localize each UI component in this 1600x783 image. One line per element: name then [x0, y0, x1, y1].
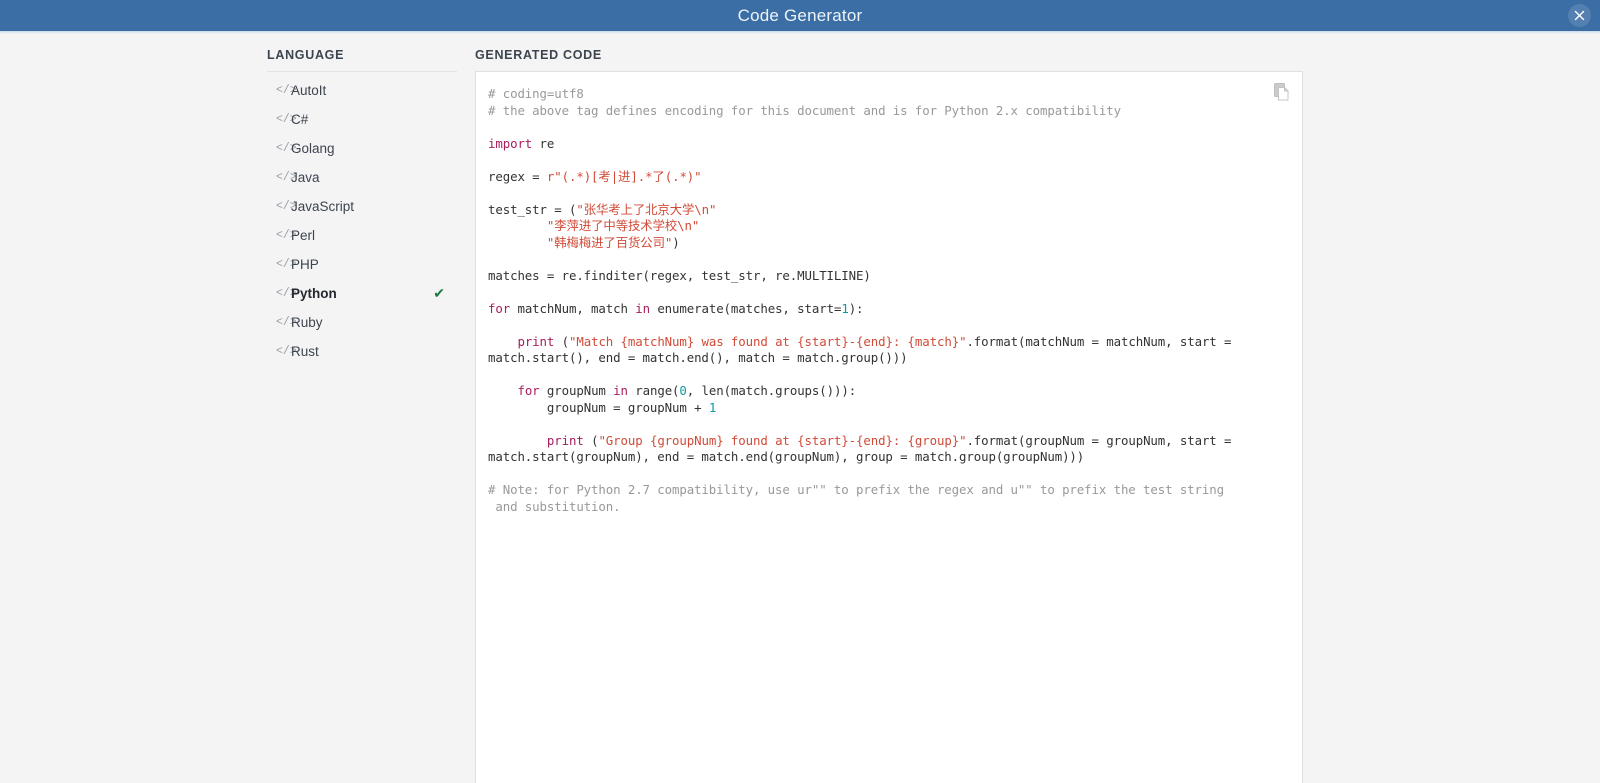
code-tag-icon: </>: [276, 84, 297, 97]
code-token-kw: in: [613, 383, 628, 398]
sidebar-item-label: JavaScript: [291, 199, 355, 214]
sidebar-item-label: AutoIt: [291, 83, 327, 98]
code-token-str: "Match {matchNum} was found at {start}-{…: [569, 333, 967, 349]
code-token-kw: for: [488, 300, 511, 316]
sidebar-item-label: Rust: [291, 344, 319, 359]
code-token-plain: matchNum, match: [510, 300, 636, 316]
code-token-kw: print: [546, 432, 584, 448]
sidebar-item-autoit[interactable]: </> AutoIt: [267, 76, 457, 105]
close-icon: [1574, 10, 1585, 21]
sidebar-item-python[interactable]: </> Python ✔: [267, 279, 457, 308]
sidebar-item-label: Python: [291, 286, 337, 301]
check-icon: ✔: [433, 285, 445, 301]
sidebar-item-c-[interactable]: </> C#: [267, 105, 457, 134]
code-tag-icon: </>: [276, 316, 297, 329]
sidebar-item-perl[interactable]: </> Perl: [267, 221, 457, 250]
code-token-kw: print: [517, 333, 555, 349]
close-button[interactable]: [1568, 4, 1591, 27]
copy-button[interactable]: [1274, 83, 1291, 106]
sidebar-item-label: C#: [291, 112, 309, 127]
window-titlebar: Code Generator: [0, 0, 1600, 31]
sidebar-item-php[interactable]: </> PHP: [267, 250, 457, 279]
code-token-plain: groupNum: [539, 383, 614, 398]
code-token-num: 0: [679, 383, 687, 398]
sidebar-item-java[interactable]: </> Java: [267, 163, 457, 192]
code-tag-icon: </>: [276, 171, 297, 184]
page-body: LANGUAGE </> AutoIt </> C# </> Golang </> Java <…: [0, 34, 1600, 783]
code-tag-icon: </>: [276, 287, 297, 300]
sidebar-item-ruby[interactable]: </> Ruby: [267, 308, 457, 337]
code-token-plain: range(: [627, 383, 680, 398]
sidebar-item-label: Java: [291, 170, 320, 185]
language-list: </> AutoIt </> C# </> Golang </> Java </> JavaScr…: [267, 76, 457, 366]
sidebar-item-label: Golang: [291, 141, 335, 156]
code-token-comment: # coding=utf8 # the above tag defines en…: [488, 86, 1121, 118]
code-token-comment: # Note: for Python 2.7 compatibility, us…: [488, 482, 1224, 514]
code-tag-icon: </>: [276, 258, 297, 271]
sidebar-item-rust[interactable]: </> Rust: [267, 337, 457, 366]
sidebar-item-golang[interactable]: </> Golang: [267, 134, 457, 163]
code-token-str: "Group {groupNum} found at {start}-{end}…: [598, 432, 967, 448]
copy-icon: [1274, 83, 1290, 101]
generated-code-text: # coding=utf8 # the above tag defines en…: [488, 86, 1286, 515]
sidebar-heading: LANGUAGE: [267, 48, 457, 72]
sidebar-item-javascript[interactable]: </> JavaScript: [267, 192, 457, 221]
code-tag-icon: </>: [276, 200, 297, 213]
code-tag-icon: </>: [276, 113, 297, 126]
code-token-plain: (: [554, 333, 569, 349]
code-token-kw: in: [635, 300, 650, 316]
code-token-plain: enumerate(matches, start=: [649, 300, 842, 316]
code-token-num: 1: [841, 300, 849, 316]
code-token-kw: for: [517, 383, 540, 398]
generated-code-section: GENERATED CODE # coding=utf8 # the above…: [475, 48, 1303, 783]
code-box: # coding=utf8 # the above tag defines en…: [475, 71, 1303, 783]
sidebar-item-label: PHP: [291, 257, 319, 272]
code-token-str: r"(.*)[考|进].*了(.*)": [546, 168, 702, 184]
code-token-num: 1: [708, 399, 717, 415]
sidebar-item-label: Ruby: [291, 315, 323, 330]
code-token-plain: test_str = (: [488, 201, 577, 217]
code-tag-icon: </>: [276, 229, 297, 242]
code-tag-icon: </>: [276, 345, 297, 358]
generated-code-heading: GENERATED CODE: [475, 48, 602, 62]
sidebar-item-label: Perl: [291, 228, 316, 243]
code-token-plain: (: [583, 432, 599, 448]
code-token-kw: import: [488, 135, 533, 151]
page-title: Code Generator: [737, 5, 863, 25]
code-tag-icon: </>: [276, 142, 297, 155]
language-sidebar: LANGUAGE </> AutoIt </> C# </> Golang </> Java <…: [267, 48, 457, 366]
